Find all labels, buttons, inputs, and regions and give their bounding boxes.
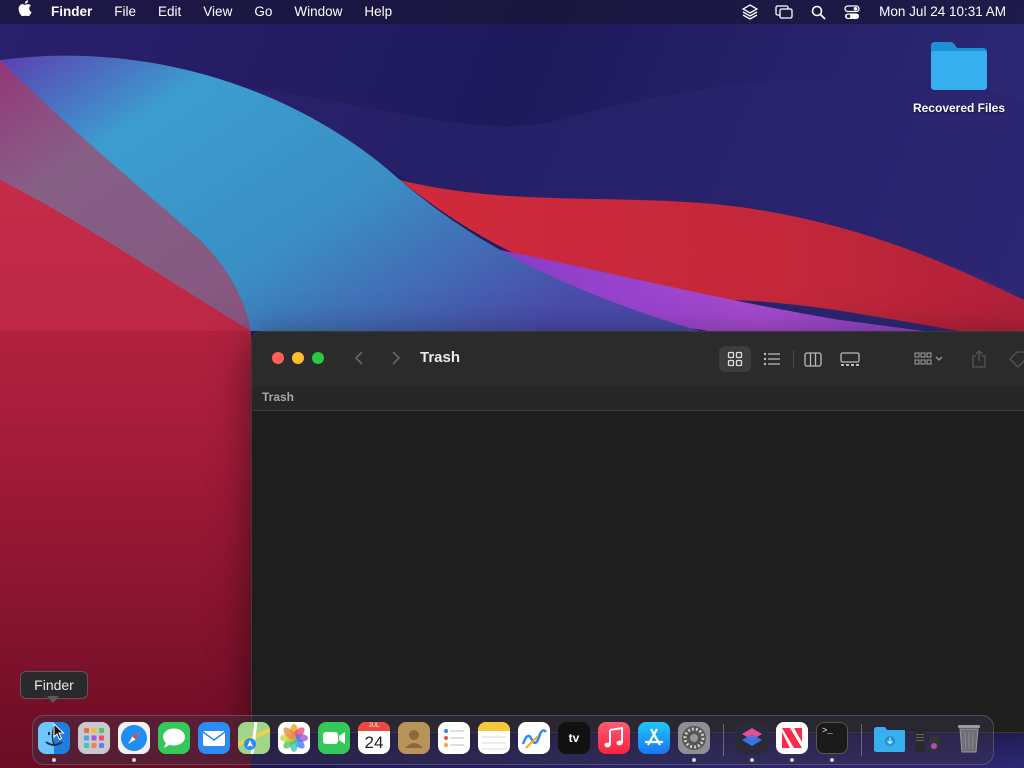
columns-icon [804, 351, 822, 367]
grid-icon [727, 351, 743, 367]
gallery-view-button[interactable] [834, 346, 866, 372]
close-button[interactable] [272, 352, 284, 364]
dock-terminal-icon[interactable]: >_ [816, 722, 848, 754]
dock-messages-icon[interactable] [158, 722, 190, 754]
dock-running-indicator [830, 758, 834, 762]
finder-window: Trash Trash [251, 331, 1024, 733]
menu-window[interactable]: Window [283, 0, 353, 24]
list-icon [763, 352, 780, 366]
dock-reminders-icon[interactable] [438, 722, 470, 754]
menu-bar: Finder File Edit View Go Window Help Mon… [0, 0, 1024, 24]
dock-contacts-icon[interactable] [398, 722, 430, 754]
menu-clock[interactable]: Mon Jul 24 10:31 AM [869, 0, 1024, 24]
control-center-icon[interactable] [842, 0, 862, 24]
dock-photos-icon[interactable] [278, 722, 310, 754]
dock-app-store-icon[interactable] [638, 722, 670, 754]
gallery-icon [840, 351, 860, 366]
finder-content-area[interactable] [252, 411, 1024, 732]
dock-running-indicator [52, 758, 56, 762]
desktop-folder-label: Recovered Files [912, 101, 1006, 115]
dock-running-indicator [750, 758, 754, 762]
calendar-month: JUL [358, 722, 390, 731]
apple-menu-icon[interactable] [0, 0, 40, 24]
forward-button[interactable] [385, 347, 407, 369]
dock-notes-icon[interactable] [478, 722, 510, 754]
menu-file[interactable]: File [103, 0, 147, 24]
toolbar-divider [793, 350, 794, 368]
path-label: Trash [262, 390, 295, 404]
dock-maps-icon[interactable] [238, 722, 270, 754]
path-bar: Trash [252, 386, 1024, 411]
calendar-day: 24 [364, 733, 384, 752]
dock-mail-icon[interactable] [198, 722, 230, 754]
dock-recent-stack-icon[interactable] [913, 722, 945, 754]
tooltip-arrow [47, 696, 59, 703]
dock-separator [861, 724, 862, 756]
dock-tooltip: Finder [20, 671, 88, 699]
zoom-button[interactable] [312, 352, 324, 364]
share-button[interactable] [965, 346, 993, 372]
search-icon[interactable] [808, 0, 828, 24]
back-button[interactable] [348, 347, 370, 369]
desktop-folder-recovered-files[interactable]: Recovered Files [905, 38, 1013, 115]
menu-help[interactable]: Help [353, 0, 403, 24]
dock-freeform-icon[interactable] [518, 722, 550, 754]
layers-icon[interactable] [740, 0, 760, 24]
dock-downloads-icon[interactable] [873, 722, 905, 754]
menu-view[interactable]: View [192, 0, 243, 24]
tv-label: tv [568, 731, 580, 745]
tag-icon [1009, 351, 1024, 368]
dock-safari-icon[interactable] [118, 722, 150, 754]
column-view-button[interactable] [797, 346, 829, 372]
dock-launchpad-icon[interactable] [78, 722, 110, 754]
dock-running-indicator [132, 758, 136, 762]
icon-view-button[interactable] [719, 346, 751, 372]
window-title: Trash [420, 349, 461, 366]
group-grid-icon [914, 352, 943, 365]
menu-edit[interactable]: Edit [147, 0, 192, 24]
dock-facetime-icon[interactable] [318, 722, 350, 754]
chevron-left-icon [354, 351, 363, 365]
terminal-prompt: >_ [822, 726, 833, 736]
tag-button[interactable] [1004, 346, 1024, 372]
mouse-cursor-icon [53, 723, 65, 741]
group-by-button[interactable] [907, 346, 951, 372]
share-icon [972, 350, 986, 368]
minimize-button[interactable] [292, 352, 304, 364]
chevron-right-icon [392, 351, 401, 365]
dock-running-indicator [692, 758, 696, 762]
dock-running-indicator [790, 758, 794, 762]
menu-go[interactable]: Go [243, 0, 283, 24]
dock-separator [723, 724, 724, 756]
dock-news-icon[interactable] [776, 722, 808, 754]
dock-trash-icon[interactable] [953, 722, 985, 754]
dock: JUL 24 tv >_ [32, 715, 994, 765]
dock-system-settings-icon[interactable] [678, 722, 710, 754]
menu-status-area: Mon Jul 24 10:31 AM [733, 0, 1024, 24]
dock-tv-icon[interactable]: tv [558, 722, 590, 754]
finder-toolbar: Trash [252, 332, 1024, 386]
menu-app-name[interactable]: Finder [40, 0, 103, 24]
screen-mirroring-icon[interactable] [774, 0, 794, 24]
folder-icon [931, 42, 987, 90]
dock-calendar-icon[interactable]: JUL 24 [358, 722, 390, 754]
dock-music-icon[interactable] [598, 722, 630, 754]
list-view-button[interactable] [756, 346, 788, 372]
dock-shortcuts-icon[interactable] [736, 722, 768, 754]
